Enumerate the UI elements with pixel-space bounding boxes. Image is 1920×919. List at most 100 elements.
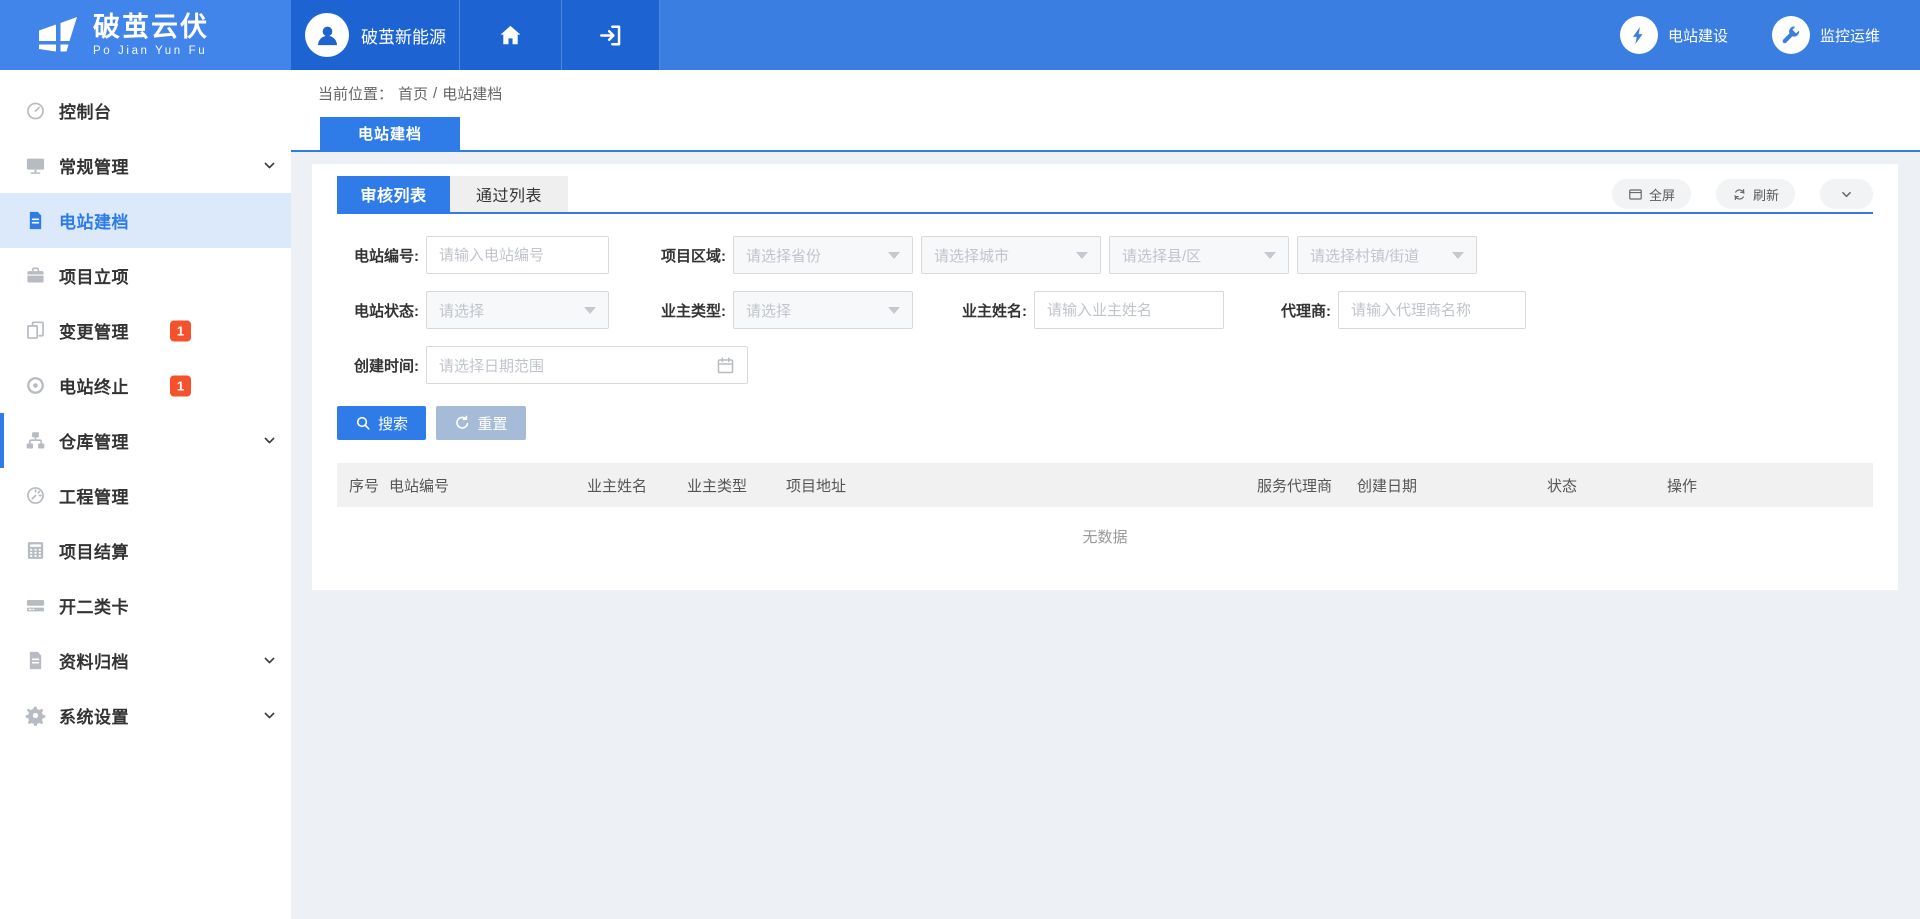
chevron-down-icon: [261, 157, 278, 174]
wrench-icon: [1780, 25, 1801, 46]
document-icon: [25, 210, 46, 231]
breadcrumb-prefix: 当前位置：: [318, 83, 393, 104]
column-created-date: 创建日期: [1357, 475, 1547, 496]
region-select-street[interactable]: 请选择村镇/街道: [1297, 236, 1477, 274]
sidebar-item-label: 资料归档: [59, 648, 129, 673]
wrench-icon-circle: [1772, 16, 1810, 54]
station-no-label: 电站编号:: [337, 245, 419, 266]
region-label: 项目区域:: [644, 245, 726, 266]
header-nav-station-build[interactable]: 电站建设: [1620, 16, 1728, 54]
reset-label: 重置: [477, 413, 507, 434]
fullscreen-icon: [1628, 187, 1643, 202]
bolt-icon-circle: [1620, 16, 1658, 54]
owner-type-label: 业主类型:: [644, 300, 726, 321]
main-area: 当前位置： 首页 / 电站建档 电站建档 审核列表 通过列表 全屏: [291, 70, 1920, 919]
region-select-district[interactable]: 请选择县/区: [1109, 236, 1289, 274]
sidebar-item-label: 项目结算: [59, 538, 129, 563]
chevron-down-icon: [261, 432, 278, 449]
speedometer-icon: [25, 485, 46, 506]
refresh-label: 刷新: [1753, 185, 1779, 204]
search-button[interactable]: 搜索: [337, 406, 426, 440]
collapse-button[interactable]: [1820, 179, 1873, 209]
sidebar: 控制台常规管理电站建档项目立项变更管理 1 电站终止1 仓库管理工程管理项目结算开二类…: [0, 70, 291, 919]
sidebar-item-warehouse-management[interactable]: 仓库管理: [0, 413, 291, 468]
region-select-province[interactable]: 请选择省份: [733, 236, 913, 274]
column-seq: 序号: [349, 475, 389, 496]
sidebar-item-project-settlement[interactable]: 项目结算: [0, 523, 291, 578]
region-select-placeholder: 请选择村镇/街道: [1310, 245, 1419, 266]
header-nav-monitor-ops[interactable]: 监控运维: [1772, 16, 1880, 54]
caret-down-icon: [888, 307, 900, 314]
column-agent: 服务代理商: [1257, 475, 1357, 496]
caret-down-icon: [888, 252, 900, 259]
calculator-icon: [25, 540, 46, 561]
person-icon: [314, 22, 341, 49]
region-selects: 请选择省份请选择城市请选择县/区请选择村镇/街道: [733, 236, 1477, 274]
date-range-input[interactable]: 请选择日期范围: [426, 346, 748, 384]
sidebar-item-general-management[interactable]: 常规管理: [0, 138, 291, 193]
sidebar-item-label: 仓库管理: [59, 428, 129, 453]
refresh-button[interactable]: 刷新: [1716, 179, 1795, 209]
avatar: [305, 13, 349, 57]
monitor-icon: [25, 155, 46, 176]
archive-icon: [25, 650, 46, 671]
sidebar-item-engineering-management[interactable]: 工程管理: [0, 468, 291, 523]
page-tab-station-filing[interactable]: 电站建档: [320, 117, 460, 150]
sidebar-item-label: 电站终止: [59, 373, 129, 398]
column-actions: 操作: [1667, 475, 1873, 496]
sidebar-item-open-type2-card[interactable]: 开二类卡: [0, 578, 291, 633]
station-no-input[interactable]: [426, 236, 609, 274]
calendar-icon: [716, 356, 735, 375]
region-select-city[interactable]: 请选择城市: [921, 236, 1101, 274]
sidebar-item-data-archive[interactable]: 资料归档: [0, 633, 291, 688]
header-nav-label: 监控运维: [1820, 25, 1880, 46]
user-menu[interactable]: 破茧新能源: [291, 0, 460, 70]
sign-in-icon: [597, 22, 624, 49]
notification-badge: 1: [170, 320, 191, 341]
caret-down-icon: [584, 307, 596, 314]
sidebar-item-label: 系统设置: [59, 703, 129, 728]
caret-down-icon: [1076, 252, 1088, 259]
column-address: 项目地址: [786, 475, 1257, 496]
results-table: 序号电站编号业主姓名业主类型项目地址服务代理商创建日期状态操作 无数据: [337, 463, 1873, 565]
table-empty-state: 无数据: [337, 507, 1873, 565]
reset-button[interactable]: 重置: [436, 406, 526, 440]
caret-down-icon: [1452, 252, 1464, 259]
bolt-icon: [1628, 25, 1649, 46]
sitemap-icon: [25, 430, 46, 451]
top-header: 破茧云伏 Po Jian Yun Fu 破茧新能源 电站建设 监控运维: [0, 0, 1920, 70]
sidebar-item-label: 控制台: [59, 98, 112, 123]
column-status: 状态: [1547, 475, 1667, 496]
owner-type-select[interactable]: 请选择: [733, 291, 913, 329]
breadcrumb-home[interactable]: 首页: [398, 83, 428, 104]
station-status-select[interactable]: 请选择: [426, 291, 609, 329]
sign-out-button[interactable]: [562, 0, 660, 70]
fullscreen-button[interactable]: 全屏: [1612, 179, 1691, 209]
content-area: 审核列表 通过列表 全屏 刷新: [291, 152, 1920, 590]
tab-review-list[interactable]: 审核列表: [337, 176, 450, 212]
sidebar-item-label: 变更管理: [59, 318, 129, 343]
sidebar-item-label: 常规管理: [59, 153, 129, 178]
home-button[interactable]: [460, 0, 562, 70]
tab-passed-list[interactable]: 通过列表: [450, 176, 568, 212]
sidebar-item-system-settings[interactable]: 系统设置: [0, 688, 291, 743]
sidebar-item-station-termination[interactable]: 电站终止1: [0, 358, 291, 413]
page-tab-row: 电站建档: [291, 117, 1920, 150]
company-name: 破茧新能源: [361, 23, 446, 48]
sidebar-item-label: 开二类卡: [59, 593, 129, 618]
owner-name-input[interactable]: [1034, 291, 1224, 329]
gear-icon: [25, 705, 46, 726]
sidebar-item-change-management[interactable]: 变更管理 1: [0, 303, 291, 358]
sidebar-item-project-initiation[interactable]: 项目立项: [0, 248, 291, 303]
sidebar-item-label: 电站建档: [59, 208, 129, 233]
breadcrumb-separator: /: [433, 85, 437, 102]
panel-card: 审核列表 通过列表 全屏 刷新: [312, 164, 1898, 590]
brand-logo[interactable]: 破茧云伏 Po Jian Yun Fu: [0, 0, 291, 70]
agent-input[interactable]: [1338, 291, 1526, 329]
search-icon: [355, 415, 371, 431]
breadcrumb: 当前位置： 首页 / 电站建档: [291, 70, 1920, 117]
created-time-label: 创建时间:: [337, 355, 419, 376]
sidebar-item-console[interactable]: 控制台: [0, 83, 291, 138]
sidebar-item-station-filing[interactable]: 电站建档: [0, 193, 291, 248]
column-station-no: 电站编号: [389, 475, 587, 496]
